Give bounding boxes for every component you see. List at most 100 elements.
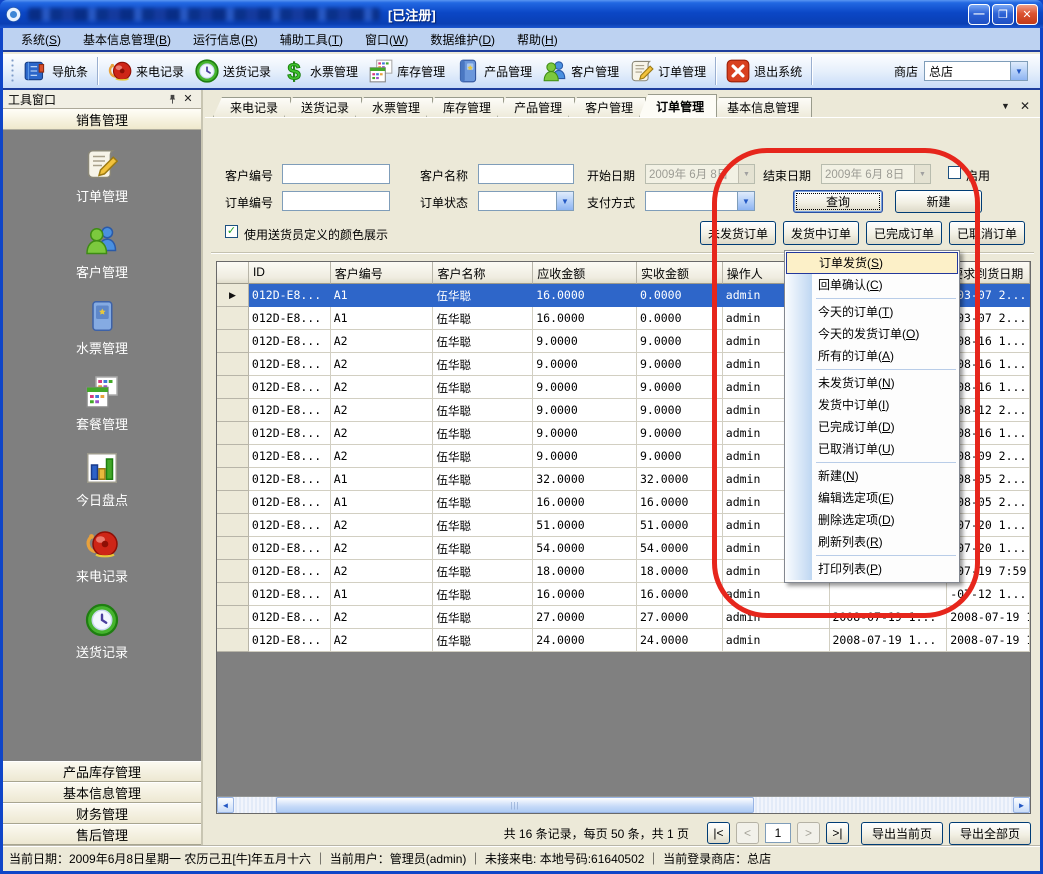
- toolbar-button-2[interactable]: 送货记录: [189, 55, 276, 87]
- toolbar-button-5[interactable]: 产品管理: [450, 55, 537, 87]
- sidebar-section-sales[interactable]: 销售管理: [3, 109, 201, 130]
- start-date-picker[interactable]: 2009年 6月 8日 ▼: [645, 164, 755, 184]
- menu-item-1[interactable]: 基本信息管理(B): [73, 28, 183, 51]
- grid-cell[interactable]: A1: [331, 284, 434, 307]
- grid-cell[interactable]: 伍华聪: [433, 422, 533, 445]
- grid-cell[interactable]: 16.0000: [533, 307, 637, 330]
- grid-cell[interactable]: 24.0000: [637, 629, 723, 652]
- customer-no-input[interactable]: [282, 164, 390, 184]
- grid-cell[interactable]: 24.0000: [533, 629, 637, 652]
- row-selector[interactable]: [217, 537, 249, 560]
- grid-cell[interactable]: 012D-E8...: [249, 491, 331, 514]
- column-header-0[interactable]: ID: [249, 262, 331, 284]
- row-selector[interactable]: [217, 514, 249, 537]
- maximize-button[interactable]: ❐: [992, 4, 1014, 25]
- grid-cell[interactable]: 18.0000: [637, 560, 723, 583]
- grid-cell[interactable]: 伍华聪: [433, 583, 533, 606]
- grid-cell[interactable]: 2008-07-19 1...: [947, 606, 1030, 629]
- row-selector[interactable]: [217, 491, 249, 514]
- chevron-down-icon[interactable]: ▼: [1010, 62, 1027, 80]
- grid-cell[interactable]: admin: [723, 583, 830, 606]
- scroll-left-icon[interactable]: ◄: [217, 797, 234, 813]
- last-page-button[interactable]: >|: [826, 822, 849, 844]
- grid-cell[interactable]: 0.0000: [637, 307, 723, 330]
- menu-item-5[interactable]: 数据维护(D): [420, 28, 507, 51]
- grid-cell[interactable]: 27.0000: [533, 606, 637, 629]
- enable-checkbox[interactable]: [948, 166, 961, 179]
- close-panel-icon[interactable]: ✕: [180, 91, 196, 107]
- grid-cell[interactable]: 012D-E8...: [249, 583, 331, 606]
- row-selector[interactable]: [217, 629, 249, 652]
- grid-cell[interactable]: 012D-E8...: [249, 468, 331, 491]
- grid-cell[interactable]: [830, 583, 948, 606]
- context-menu-item-4[interactable]: 今天的发货订单(O): [786, 323, 958, 345]
- grid-cell[interactable]: 9.0000: [533, 399, 637, 422]
- tab-7[interactable]: 基本信息管理: [710, 97, 812, 117]
- grid-cell[interactable]: -07-12 1...: [947, 583, 1030, 606]
- close-button[interactable]: ✕: [1016, 4, 1038, 25]
- grid-cell[interactable]: 9.0000: [637, 330, 723, 353]
- grid-cell[interactable]: 2008-07-19 1...: [830, 629, 948, 652]
- row-selector[interactable]: [217, 468, 249, 491]
- context-menu-item-8[interactable]: 发货中订单(I): [786, 394, 958, 416]
- grid-cell[interactable]: 012D-E8...: [249, 399, 331, 422]
- menu-item-0[interactable]: 系统(S): [11, 28, 73, 51]
- grid-cell[interactable]: 9.0000: [533, 422, 637, 445]
- chevron-down-icon[interactable]: ▼: [556, 192, 573, 210]
- grid-cell[interactable]: 伍华聪: [433, 330, 533, 353]
- context-menu-item-12[interactable]: 新建(N): [786, 465, 958, 487]
- grid-cell[interactable]: 54.0000: [637, 537, 723, 560]
- grid-cell[interactable]: 16.0000: [637, 491, 723, 514]
- tab-close-icon[interactable]: ✕: [1020, 99, 1030, 113]
- first-page-button[interactable]: |<: [707, 822, 730, 844]
- grid-cell[interactable]: 012D-E8...: [249, 560, 331, 583]
- tab-list-dropdown-icon[interactable]: ▼: [1001, 101, 1010, 111]
- grid-cell[interactable]: 16.0000: [533, 583, 637, 606]
- grid-cell[interactable]: 伍华聪: [433, 491, 533, 514]
- context-menu-item-14[interactable]: 删除选定项(D): [786, 509, 958, 531]
- table-row[interactable]: 012D-E8...A2伍华聪27.000027.0000admin2008-0…: [217, 606, 1030, 629]
- grid-cell[interactable]: 2008-07-19 1...: [947, 629, 1030, 652]
- toolbar-button-4[interactable]: 库存管理: [363, 55, 450, 87]
- status-filter-button-0[interactable]: 未发货订单: [700, 221, 776, 245]
- grid-cell[interactable]: 012D-E8...: [249, 629, 331, 652]
- grid-cell[interactable]: 51.0000: [637, 514, 723, 537]
- order-state-combobox[interactable]: ▼: [478, 191, 574, 211]
- grid-cell[interactable]: 32.0000: [533, 468, 637, 491]
- order-no-input[interactable]: [282, 191, 390, 211]
- query-button[interactable]: 查询: [793, 190, 883, 213]
- grid-cell[interactable]: 9.0000: [533, 445, 637, 468]
- row-selector[interactable]: [217, 583, 249, 606]
- grid-cell[interactable]: 012D-E8...: [249, 307, 331, 330]
- grid-cell[interactable]: 16.0000: [533, 491, 637, 514]
- toolbar-button-1[interactable]: 来电记录: [102, 55, 189, 87]
- grid-cell[interactable]: admin: [723, 606, 830, 629]
- sidebar-section-bar-2[interactable]: 财务管理: [3, 803, 201, 824]
- table-row[interactable]: 012D-E8...A2伍华聪24.000024.0000admin2008-0…: [217, 629, 1030, 652]
- scrollbar-track[interactable]: |||: [234, 797, 1013, 813]
- grid-cell[interactable]: 16.0000: [637, 583, 723, 606]
- grid-cell[interactable]: 32.0000: [637, 468, 723, 491]
- sidebar-item-1[interactable]: 客户管理: [76, 222, 128, 281]
- grid-cell[interactable]: 27.0000: [637, 606, 723, 629]
- column-header-4[interactable]: 实收金额: [637, 262, 723, 284]
- sidebar-section-bar-3[interactable]: 售后管理: [3, 824, 201, 845]
- row-selector[interactable]: ▶: [217, 284, 249, 307]
- grid-cell[interactable]: 伍华聪: [433, 606, 533, 629]
- grid-cell[interactable]: A1: [331, 583, 434, 606]
- grid-cell[interactable]: 012D-E8...: [249, 606, 331, 629]
- export-current-page-button[interactable]: 导出当前页: [861, 822, 943, 845]
- sidebar-item-0[interactable]: 订单管理: [76, 146, 128, 205]
- table-row[interactable]: 012D-E8...A1伍华聪16.000016.0000admin-07-12…: [217, 583, 1030, 606]
- grid-cell[interactable]: 9.0000: [637, 399, 723, 422]
- context-menu-item-1[interactable]: 回单确认(C): [786, 274, 958, 296]
- sidebar-item-6[interactable]: 送货记录: [76, 602, 128, 661]
- toolbar-button-8[interactable]: 退出系统: [720, 55, 807, 87]
- grid-cell[interactable]: 伍华聪: [433, 353, 533, 376]
- grid-cell[interactable]: A2: [331, 353, 434, 376]
- row-selector[interactable]: [217, 330, 249, 353]
- grid-cell[interactable]: 伍华聪: [433, 468, 533, 491]
- tab-3[interactable]: 库存管理: [426, 97, 504, 117]
- row-selector[interactable]: [217, 307, 249, 330]
- grid-cell[interactable]: 2008-07-19 1...: [830, 606, 948, 629]
